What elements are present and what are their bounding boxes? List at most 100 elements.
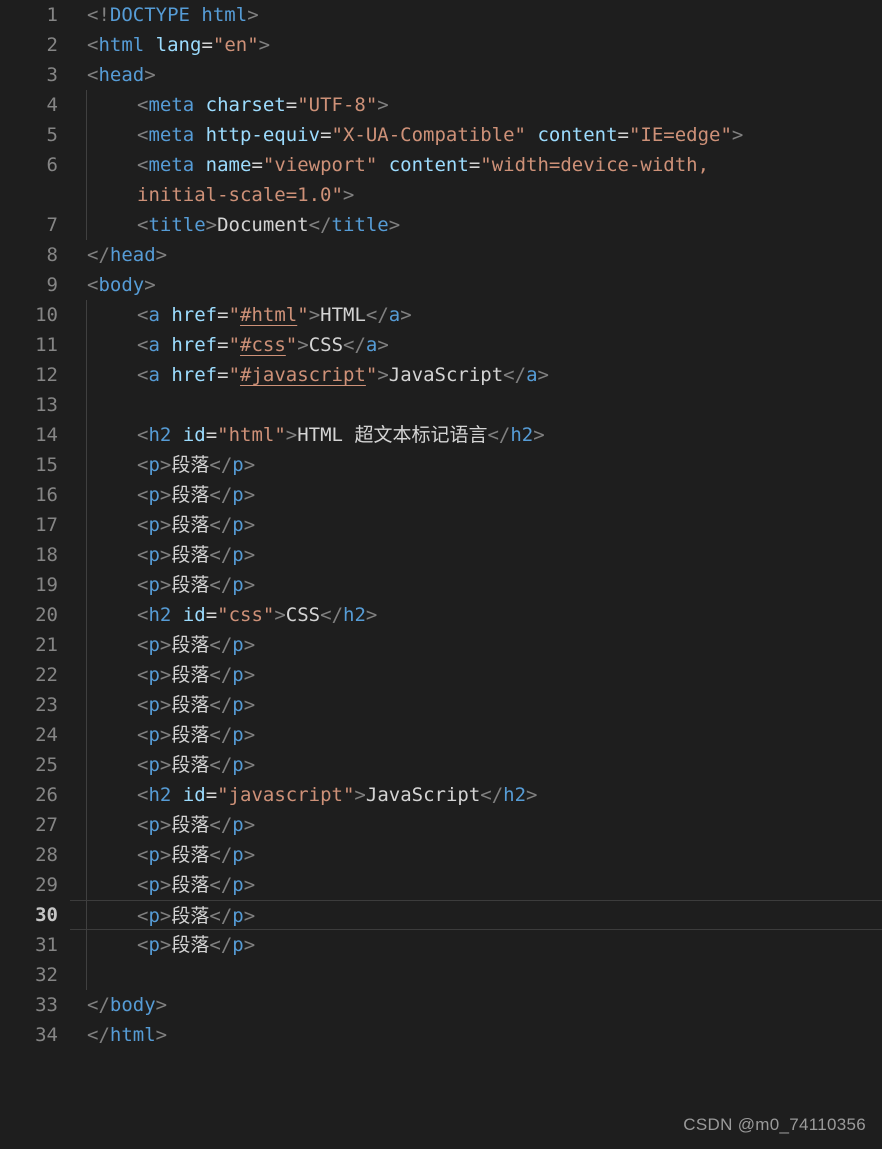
code-line[interactable]: 15 <p>段落</p> (0, 450, 882, 480)
code-line-content[interactable]: <p>段落</p> (70, 900, 882, 931)
code-line[interactable]: 9 <body> (0, 270, 882, 300)
code-line-content[interactable]: <head> (70, 60, 882, 90)
code-token: href (171, 334, 218, 356)
code-token: meta (148, 94, 195, 116)
code-line-content[interactable] (70, 390, 882, 420)
code-lines-container[interactable]: 1 <!DOCTYPE html> 2 <html lang="en"> 3 <head>… (0, 0, 882, 1050)
code-line[interactable]: 28 <p>段落</p> (0, 840, 882, 870)
code-line-content[interactable]: <html lang="en"> (70, 30, 882, 60)
code-line[interactable]: 18 <p>段落</p> (0, 540, 882, 570)
code-line-content[interactable]: <p>段落</p> (70, 570, 882, 600)
code-line[interactable]: 4 <meta charset="UTF-8"> (0, 90, 882, 120)
code-token: body (109, 994, 156, 1016)
code-line-content[interactable]: <meta http-equiv="X-UA-Compatible" conte… (70, 120, 882, 150)
code-text: <meta charset="UTF-8"> (137, 90, 389, 120)
code-line-content[interactable]: <h2 id="html">HTML 超文本标记语言</h2> (70, 420, 882, 450)
code-line[interactable]: 11 <a href="#css">CSS</a> (0, 330, 882, 360)
code-line-content[interactable]: <h2 id="javascript">JavaScript</h2> (70, 780, 882, 810)
code-token: > (159, 905, 172, 927)
code-line[interactable]: 5 <meta http-equiv="X-UA-Compatible" cont… (0, 120, 882, 150)
code-line[interactable]: 24 <p>段落</p> (0, 720, 882, 750)
code-line[interactable]: 23 <p>段落</p> (0, 690, 882, 720)
code-token: > (258, 34, 271, 56)
code-line-content[interactable]: <p>段落</p> (70, 480, 882, 510)
code-token: href (171, 304, 218, 326)
code-line-content[interactable]: <body> (70, 270, 882, 300)
code-line[interactable]: 8 </head> (0, 240, 882, 270)
code-text: <p>段落</p> (137, 930, 255, 960)
code-token: > (243, 514, 256, 536)
code-line[interactable]: 26 <h2 id="javascript">JavaScript</h2> (0, 780, 882, 810)
code-line[interactable]: 17 <p>段落</p> (0, 510, 882, 540)
code-text: <html lang="en"> (87, 30, 270, 60)
line-number: 5 (46, 124, 58, 146)
code-token: p (148, 454, 160, 476)
code-line-content[interactable]: <meta name="viewport" content="width=dev… (70, 150, 882, 210)
line-number: 23 (35, 694, 58, 716)
line-number: 7 (46, 214, 58, 236)
code-line[interactable]: 14 <h2 id="html">HTML 超文本标记语言</h2> (0, 420, 882, 450)
code-line-content[interactable]: <p>段落</p> (70, 510, 882, 540)
code-line[interactable]: 32 (0, 960, 882, 990)
code-line[interactable]: 1 <!DOCTYPE html> (0, 0, 882, 30)
line-number: 34 (35, 1024, 58, 1046)
code-line[interactable]: 20 <h2 id="css">CSS</h2> (0, 600, 882, 630)
code-editor[interactable]: 1 <!DOCTYPE html> 2 <html lang="en"> 3 <head>… (0, 0, 882, 1149)
code-line-content[interactable]: <title>Document</title> (70, 210, 882, 240)
code-line-content[interactable]: <p>段落</p> (70, 750, 882, 780)
code-line[interactable]: 13 (0, 390, 882, 420)
code-line-content[interactable]: <p>段落</p> (70, 630, 882, 660)
code-token: a (148, 364, 160, 386)
code-token: > (243, 484, 256, 506)
code-line[interactable]: 27 <p>段落</p> (0, 810, 882, 840)
code-line-content[interactable]: <p>段落</p> (70, 720, 882, 750)
code-line-content[interactable]: <!DOCTYPE html> (70, 0, 882, 30)
code-line-content[interactable]: <meta charset="UTF-8"> (70, 90, 882, 120)
code-line-content[interactable]: <p>段落</p> (70, 660, 882, 690)
code-token: body (98, 274, 145, 296)
code-line-content[interactable]: <p>段落</p> (70, 810, 882, 840)
code-line-content[interactable]: <a href="#html">HTML</a> (70, 300, 882, 330)
code-line[interactable]: 31 <p>段落</p> (0, 930, 882, 960)
code-line[interactable]: 33 </body> (0, 990, 882, 1020)
code-line[interactable]: 6 <meta name="viewport" content="width=de… (0, 150, 882, 210)
indent-guide (86, 780, 87, 810)
code-token: > (400, 304, 412, 326)
code-line[interactable]: 3 <head> (0, 60, 882, 90)
code-token: > (274, 604, 286, 626)
code-line[interactable]: 10 <a href="#html">HTML</a> (0, 300, 882, 330)
code-line-content[interactable]: <a href="#javascript">JavaScript</a> (70, 360, 882, 390)
code-line[interactable]: 12 <a href="#javascript">JavaScript</a> (0, 360, 882, 390)
code-line-content[interactable]: <p>段落</p> (70, 450, 882, 480)
code-line[interactable]: 7 <title>Document</title> (0, 210, 882, 240)
code-line[interactable]: 25 <p>段落</p> (0, 750, 882, 780)
code-line[interactable]: 21 <p>段落</p> (0, 630, 882, 660)
code-line-content[interactable]: </body> (70, 990, 882, 1020)
code-line[interactable]: 29 <p>段落</p> (0, 870, 882, 900)
code-line-content[interactable]: <h2 id="css">CSS</h2> (70, 600, 882, 630)
code-token: </ (209, 694, 233, 716)
code-line[interactable]: 16 <p>段落</p> (0, 480, 882, 510)
line-number: 29 (35, 874, 58, 896)
code-line-content[interactable]: <p>段落</p> (70, 540, 882, 570)
code-line[interactable]: 19 <p>段落</p> (0, 570, 882, 600)
code-line[interactable]: 34 </html> (0, 1020, 882, 1050)
code-line-content[interactable]: <a href="#css">CSS</a> (70, 330, 882, 360)
code-token: 段落 (171, 844, 210, 866)
code-line-content[interactable]: <p>段落</p> (70, 930, 882, 960)
code-line-content[interactable]: <p>段落</p> (70, 870, 882, 900)
code-line-content[interactable]: <p>段落</p> (70, 840, 882, 870)
code-token: Document (217, 214, 309, 236)
code-token: p (148, 724, 160, 746)
code-line[interactable]: 30 <p>段落</p> (0, 900, 882, 931)
indent-guide (86, 540, 87, 570)
code-line-content[interactable] (70, 960, 882, 990)
code-line-content[interactable]: <p>段落</p> (70, 690, 882, 720)
code-line-content[interactable]: </head> (70, 240, 882, 270)
code-token: > (159, 844, 172, 866)
code-line-content[interactable]: </html> (70, 1020, 882, 1050)
code-line[interactable]: 22 <p>段落</p> (0, 660, 882, 690)
code-line[interactable]: 2 <html lang="en"> (0, 30, 882, 60)
code-token: "UTF-8" (297, 94, 378, 116)
